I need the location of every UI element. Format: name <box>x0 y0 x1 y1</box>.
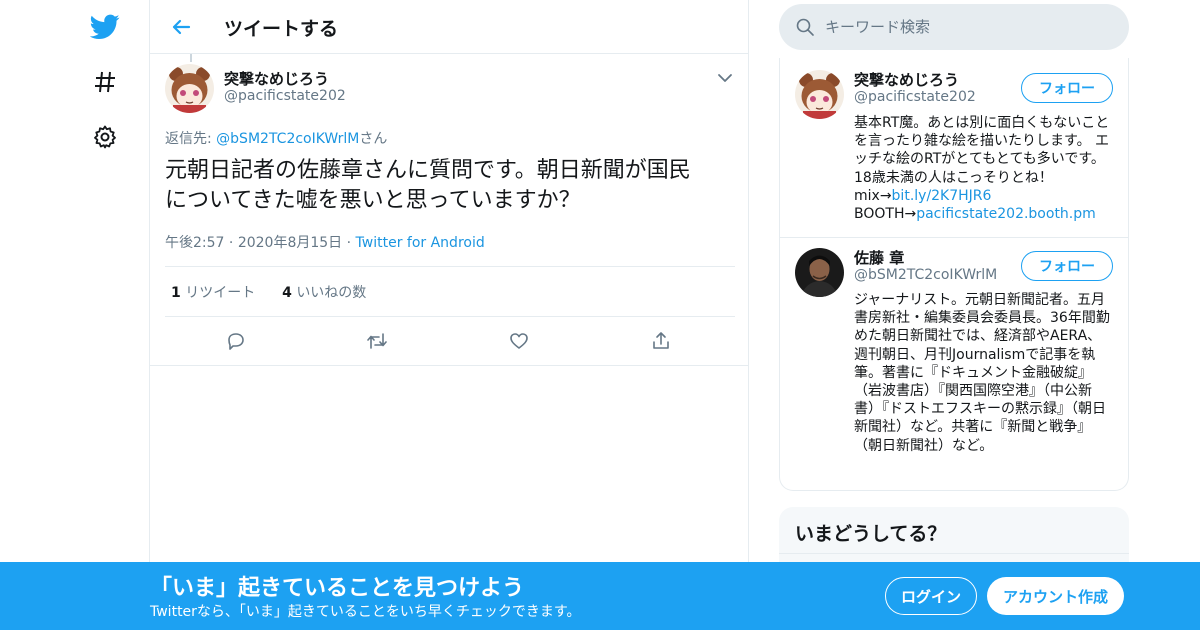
like-count: 4 <box>282 285 292 301</box>
reply-to: 返信先: @bSM2TC2coIKWrlMさん <box>165 128 387 148</box>
user-handle[interactable]: @pacificstate202 <box>854 89 976 105</box>
related-users-card: 突撃なめじろう @pacificstate202 フォロー 基本RT魔。あとは別… <box>779 58 1129 491</box>
user-name[interactable]: 突撃なめじろう <box>854 69 959 90</box>
like-label: いいねの数 <box>296 285 367 301</box>
follow-button[interactable]: フォロー <box>1021 251 1113 281</box>
retweet-label: リツイート <box>185 285 256 301</box>
bio-link[interactable]: bit.ly/2K7HJR6 <box>892 188 992 204</box>
tweet-meta: 午後2:57 · 2020年8月15日 · Twitter for Androi… <box>165 235 485 251</box>
left-nav <box>0 0 150 630</box>
search-bar[interactable] <box>779 4 1129 50</box>
tweet-actions <box>165 328 735 354</box>
user-name[interactable]: 佐藤 章 <box>854 247 904 268</box>
signup-button[interactable]: アカウント作成 <box>987 577 1124 615</box>
avatar[interactable] <box>795 70 844 119</box>
tweet-text: 元朝日記者の佐藤章さんに質問です。朝日新聞が国民 についてきた嘘を悪いと思ってい… <box>165 156 735 216</box>
bio-link[interactable]: pacificstate202.booth.pm <box>916 206 1096 222</box>
user-bio: ジャーナリスト。元朝日新聞記者。五月書房新社・編集委員会委員長。36年間勤めた朝… <box>854 292 1110 454</box>
reply-handle-link[interactable]: @bSM2TC2coIKWrlM <box>216 131 359 147</box>
user-bio-text: BOOTH→ <box>854 206 917 223</box>
column-header: ツイートする <box>150 0 748 54</box>
signup-banner: 「いま」起きていることを見つけよう Twitterなら、「いま」起きていることを… <box>0 562 1200 630</box>
heart-icon[interactable] <box>506 328 532 354</box>
chevron-down-icon[interactable] <box>715 68 735 88</box>
retweet-count: 1 <box>171 285 181 301</box>
retweet-icon[interactable] <box>364 328 390 354</box>
trends-title: いまどうしてる？ <box>795 523 947 545</box>
retweet-stat[interactable]: 1 リツイート <box>171 285 255 301</box>
divider <box>165 266 735 267</box>
login-button[interactable]: ログイン <box>885 577 977 615</box>
divider <box>780 237 1128 238</box>
tweet-column: ツイートする 突撃なめじろう @pacificstate202 返信先: @bS… <box>150 0 749 630</box>
reply-suffix: さん <box>359 131 388 147</box>
like-stat[interactable]: 4 いいねの数 <box>282 285 366 301</box>
tweet-source-link[interactable]: Twitter for Android <box>356 235 485 251</box>
tweet-stats: 1 リツイート 4 いいねの数 <box>171 282 366 302</box>
tweet-text-line: 元朝日記者の佐藤章さんに質問です。朝日新聞が国民 <box>165 158 691 183</box>
avatar[interactable] <box>165 64 214 113</box>
back-arrow-icon[interactable] <box>168 14 194 40</box>
divider <box>150 365 749 366</box>
search-input[interactable] <box>825 15 1105 39</box>
user-handle[interactable]: @bSM2TC2coIKWrlM <box>854 267 997 283</box>
follow-button[interactable]: フォロー <box>1021 73 1113 103</box>
banner-subtitle: Twitterなら、「いま」起きていることをいち早くチェックできます。 <box>150 604 581 620</box>
author-handle[interactable]: @pacificstate202 <box>224 88 346 104</box>
divider <box>779 553 1129 554</box>
thread-line <box>190 54 192 62</box>
page-title: ツイートする <box>224 18 339 40</box>
gear-icon[interactable] <box>90 122 120 152</box>
tweet-text-line: についてきた嘘を悪いと思っていますか？ <box>165 188 581 213</box>
divider <box>165 316 735 317</box>
banner-title: 「いま」起きていることを見つけよう <box>150 576 525 601</box>
hashtag-icon[interactable] <box>90 67 120 97</box>
avatar[interactable] <box>795 248 844 297</box>
reply-prefix: 返信先: <box>165 131 217 147</box>
user-bio: 基本RT魔。あとは別に面白くもないことを言ったり雑な絵を描いたりします。 エッチ… <box>854 114 1112 223</box>
tweet-time[interactable]: 午後2:57 <box>165 235 224 251</box>
twitter-logo-icon[interactable] <box>90 12 120 42</box>
reply-icon[interactable] <box>223 328 249 354</box>
search-icon <box>795 17 815 37</box>
author-name[interactable]: 突撃なめじろう <box>224 68 329 89</box>
tweet-date[interactable]: 2020年8月15日 <box>238 235 342 251</box>
page: ツイートする 突撃なめじろう @pacificstate202 返信先: @bS… <box>0 0 1200 630</box>
share-icon[interactable] <box>648 328 674 354</box>
